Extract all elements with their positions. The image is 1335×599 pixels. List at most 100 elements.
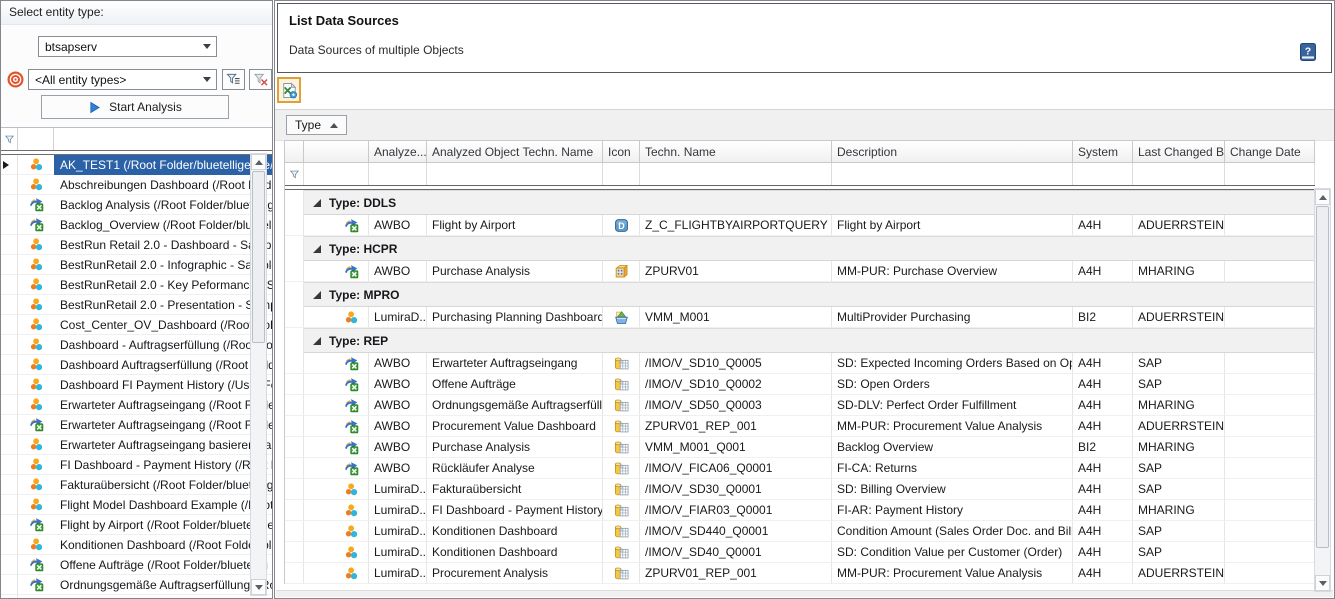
cell-change-date [1225,479,1315,500]
list-item[interactable]: Backlog Analysis (/Root Folder/bluetelli… [1,195,272,215]
list-item[interactable]: Flight Model Dashboard Example (/Root [1,495,272,515]
cell-tech-name: /IMO/V_FICA06_Q0001 [640,458,832,479]
grid-filter-cell[interactable] [640,163,832,185]
start-analysis-button[interactable]: Start Analysis [41,95,229,119]
group-row[interactable]: Type: HCPR [285,236,1315,261]
list-item[interactable]: Dashboard - Auftragserfüllung (/Root Fo [1,335,272,355]
cell-analyze-type: LumiraD... [369,521,427,542]
entity-type-combobox[interactable]: <All entity types> [28,69,217,90]
grid-filter-cell[interactable] [369,163,427,185]
list-item[interactable]: Fakturaübersicht (/Root Folder/bluetelli… [1,475,272,495]
column-header-system[interactable]: System [1073,141,1133,163]
table-row[interactable]: LumiraD...Fakturaübersicht/IMO/V_SD30_Q0… [285,479,1315,500]
list-item[interactable]: BestRunRetail 2.0 - Presentation - Sampl [1,295,272,315]
table-row[interactable]: AWBOPurchase AnalysisVMM_M001_Q001Backlo… [285,437,1315,458]
analysis-workbook-icon [344,440,359,455]
group-expand-icon[interactable] [313,337,321,345]
grid-scroll-thumb[interactable] [1316,206,1329,548]
group-expand-icon[interactable] [313,245,321,253]
list-item[interactable]: BestRunRetail 2.0 - Key Peformance - Sa [1,275,272,295]
scroll-down-button[interactable] [251,579,266,595]
list-item[interactable]: Ordnungsgemäße Auftragserfüllung (/Ro [1,575,272,595]
entity-list-filter-row[interactable] [1,128,272,150]
grid-filter-cell[interactable] [1225,163,1315,185]
server-combobox[interactable]: btsapserv [38,36,217,57]
cell-change-date [1225,307,1315,328]
list-item[interactable]: Cost_Center_OV_Dashboard (/Root Fold [1,315,272,335]
column-header-blank-1[interactable] [304,141,369,163]
table-row[interactable]: LumiraD...Konditionen Dashboard/IMO/V_SD… [285,542,1315,563]
group-row[interactable]: Type: MPRO [285,282,1315,307]
group-row[interactable]: Type: DDLS [285,190,1315,215]
help-icon[interactable]: ? [1298,42,1318,62]
grid-scroll-down-button[interactable] [1315,575,1330,591]
table-row[interactable]: AWBOOrdnungsgemäße Auftragserfüllung/IMO… [285,395,1315,416]
list-item[interactable]: Flight by Airport (/Root Folder/bluetell… [1,515,272,535]
cell-description: Condition Amount (Sales Order Doc. and B… [832,521,1073,542]
table-row[interactable]: LumiraD...Procurement AnalysisZPURV01_RE… [285,563,1315,584]
list-item[interactable]: Offene Aufträge (/Root Folder/bluetellig [1,555,272,575]
list-item[interactable]: Abschreibungen Dashboard (/Root Folde [1,175,272,195]
grid-filter-cell[interactable] [1073,163,1133,185]
list-item[interactable]: FI Dashboard - Payment History (/Root F [1,455,272,475]
lumira-document-icon [29,337,44,352]
list-item[interactable]: Erwarteter Auftragseingang basierend a [1,435,272,455]
grid-scroll-up-button[interactable] [1315,189,1330,205]
filter-settings-button[interactable] [222,69,245,90]
grid-filter-cell[interactable] [1133,163,1225,185]
scroll-thumb[interactable] [252,171,265,343]
table-row[interactable]: LumiraD...Konditionen Dashboard/IMO/V_SD… [285,521,1315,542]
group-expand-icon[interactable] [313,199,321,207]
list-item[interactable]: Erwarteter Auftragseingang (/Root Folde [1,395,272,415]
grid-scrollbar[interactable] [1314,188,1331,592]
column-header-blank-0[interactable] [285,141,304,163]
list-item-label: Procurement Analysis (/Root Folder/blu [54,595,272,599]
table-row[interactable]: AWBOProcurement Value DashboardZPURV01_R… [285,416,1315,437]
list-item[interactable]: Konditionen Dashboard (/Root Folder/blu [1,535,272,555]
entity-list-scrollbar[interactable] [250,153,267,596]
row-indicator [1,415,18,435]
list-item[interactable]: Dashboard FI Payment History (/User Fo [1,375,272,395]
table-row[interactable]: AWBOFlight by AirportDZ_C_FLIGHTBYAIRPOR… [285,215,1315,236]
list-item[interactable]: AK_TEST1 (/Root Folder/bluetelligence/S [1,155,272,175]
table-row[interactable]: AWBOPurchase AnalysisZPURV01MM-PUR: Purc… [285,261,1315,282]
export-excel-button[interactable] [277,77,301,103]
grid-filter-cell[interactable] [603,163,640,185]
entity-panel: Select entity type: btsapserv <All entit… [0,0,273,599]
column-header-description[interactable]: Description [832,141,1073,163]
column-header-analyzed-object-techn-name[interactable]: Analyzed Object Techn. Name [427,141,603,163]
row-indicator [285,479,304,500]
analysis-workbook-icon [29,417,44,432]
column-header-last-changed-by[interactable]: Last Changed By [1133,141,1225,163]
column-header-techn-name[interactable]: Techn. Name [640,141,832,163]
server-combobox-value: btsapserv [45,40,199,54]
list-item[interactable]: Procurement Analysis (/Root Folder/blu [1,595,272,599]
cell-last-changed-by: SAP [1133,521,1225,542]
column-header-analyze[interactable]: Analyze... [369,141,427,163]
table-row[interactable]: LumiraD...FI Dashboard - Payment History… [285,500,1315,521]
group-chip-type[interactable]: Type [286,115,347,135]
table-row[interactable]: AWBORückläufer Analyse/IMO/V_FICA06_Q000… [285,458,1315,479]
grid-filter-funnel-cell[interactable] [285,163,304,185]
grid-filter-cell[interactable] [304,163,369,185]
table-row[interactable]: AWBOOffene Aufträge/IMO/V_SD10_Q0002SD: … [285,374,1315,395]
list-item[interactable]: Erwarteter Auftragseingang (/Root Folde [1,415,272,435]
column-header-change-date[interactable]: Change Date [1225,141,1315,163]
table-row[interactable]: LumiraD...Purchasing Planning DashboardV… [285,307,1315,328]
table-row[interactable]: AWBOErwarteter Auftragseingang/IMO/V_SD1… [285,353,1315,374]
query-icon [614,461,629,476]
grid-filter-row[interactable] [285,163,1315,185]
list-item[interactable]: BestRun Retail 2.0 - Dashboard - Sample [1,235,272,255]
grid-filter-cell[interactable] [427,163,603,185]
clear-filter-button[interactable] [249,69,272,90]
grid-filter-cell[interactable] [832,163,1073,185]
column-header-icon[interactable]: Icon [603,141,640,163]
scroll-up-button[interactable] [251,154,266,170]
group-row[interactable]: Type: REP [285,328,1315,353]
group-expand-icon[interactable] [313,291,321,299]
list-item[interactable]: BestRunRetail 2.0 - Infographic - Sample [1,255,272,275]
list-item[interactable]: Dashboard Auftragserfüllung (/Root Fold [1,355,272,375]
list-item[interactable]: Backlog_Overview (/Root Folder/bluetell [1,215,272,235]
row-indicator [1,555,18,575]
cell-type-icon [603,521,640,542]
